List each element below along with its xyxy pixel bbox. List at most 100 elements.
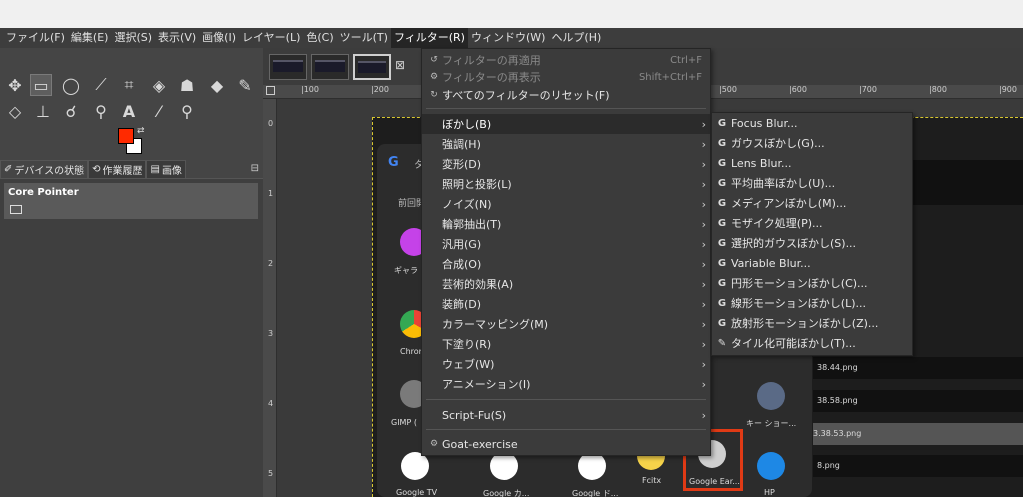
fuzzy-select-tool-icon[interactable]: ⟋ [90,74,112,96]
menu-web[interactable]: ウェブ(W) › [422,354,710,374]
ruler-label: 2 [268,259,274,268]
menu-edit[interactable]: 編集(E) [68,28,112,48]
menubar: ファイル(F) 編集(E) 選択(S) 表示(V) 画像(I) レイヤー(L) … [0,28,1023,48]
menu-filters[interactable]: フィルター(R) [390,28,468,48]
menu-view[interactable]: 表示(V) [155,28,199,48]
menu-file[interactable]: ファイル(F) [3,28,68,48]
file-name: 3.38.53.png [813,429,862,438]
menu-item-label: 下塗り(R) [442,338,492,351]
ruler-label: |700 [859,85,877,94]
undo-history-icon: ⟲ [92,164,101,175]
dock-menu-icon[interactable]: ⊟ [251,163,259,174]
ruler-label: |200 [371,85,389,94]
image-tab-3[interactable] [353,54,391,80]
submenu-median-blur[interactable]: G メディアンぼかし(M)... [712,193,912,213]
google-calendar-app-icon [490,452,518,480]
menu-item-label: 照明と投影(L) [442,178,512,191]
menu-item-label: すべてのフィルターのリセット(F) [442,89,610,102]
device-name: Core Pointer [8,187,79,198]
menu-colors[interactable]: 色(C) [303,28,336,48]
submenu-linear-motion-blur[interactable]: G 線形モーションぼかし(L)... [712,293,912,313]
paintbrush-tool-icon[interactable]: ✎ [234,74,256,96]
rect-select-tool-icon[interactable]: ▭ [30,74,52,96]
menu-combine[interactable]: 合成(O) › [422,254,710,274]
menu-help[interactable]: ヘルプ(H) [548,28,604,48]
color-selector[interactable]: ⇄ [118,126,150,158]
submenu-mean-curvature-blur[interactable]: G 平均曲率ぼかし(U)... [712,173,912,193]
reapply-icon: ↺ [430,55,438,65]
submenu-arrow-icon: › [701,277,706,291]
ruler-label: |100 [301,85,319,94]
menu-windows[interactable]: ウィンドウ(W) [468,28,548,48]
menu-separator [426,108,706,109]
submenu-selective-gaussian-blur[interactable]: G 選択的ガウスぼかし(S)... [712,233,912,253]
submenu-pixelize[interactable]: G モザイク処理(P)... [712,213,912,233]
color-picker-tool-icon[interactable]: ⁄ [148,100,170,122]
move-tool-icon[interactable]: ✥ [4,74,26,96]
menu-goat-exercise[interactable]: ⚙ Goat-exercise [422,434,710,454]
image-tab-2[interactable] [311,54,349,80]
foreground-color-swatch[interactable] [118,128,134,144]
dock-tabs: ✐ デバイスの状態 ⟲ 作業履歴 ▤ 画像 ⊟ [0,160,263,178]
lasso-tool-icon[interactable]: ◯ [60,74,82,96]
swap-colors-icon[interactable]: ⇄ [137,126,145,136]
menu-edge-detect[interactable]: 輪郭抽出(T) › [422,214,710,234]
menu-layer[interactable]: レイヤー(L) [239,28,303,48]
submenu-zoom-motion-blur[interactable]: G 放射形モーションぼかし(Z)... [712,313,912,333]
submenu-tileable-blur[interactable]: ✎ タイル化可能ぼかし(T)... [712,333,912,353]
menu-image[interactable]: 画像(I) [199,28,239,48]
eraser-tool-icon[interactable]: ◇ [4,100,26,122]
menu-tools[interactable]: ツール(T) [337,28,391,48]
menu-select[interactable]: 選択(S) [111,28,155,48]
close-image-icon[interactable]: ⊠ [395,58,405,72]
submenu-circular-motion-blur[interactable]: G 円形モーションぼかし(C)... [712,273,912,293]
tab-device-status[interactable]: ✐ デバイスの状態 [0,160,89,178]
submenu-lens-blur[interactable]: G Lens Blur... [712,153,912,173]
goat-icon: ⚙ [429,439,439,449]
menu-animation[interactable]: アニメーション(I) › [422,374,710,394]
smudge-tool-icon[interactable]: ☌ [60,100,82,122]
bucket-fill-tool-icon[interactable]: ◆ [206,74,228,96]
tab-undo-history[interactable]: ⟲ 作業履歴 [88,160,147,178]
paths-tool-icon[interactable]: ⚲ [90,100,112,122]
submenu-gaussian-blur[interactable]: G ガウスぼかし(G)... [712,133,912,153]
menu-separator [426,429,706,430]
quick-mask-toggle-icon[interactable] [266,86,275,95]
device-status-icon: ✐ [4,164,13,175]
gegl-icon: G [717,157,727,169]
tab-images[interactable]: ▤ 画像 [146,160,186,178]
menu-reshow-filter[interactable]: ⚙ フィルターの再表示 Shift+Ctrl+F [422,67,710,87]
tab-label: 画像 [161,166,182,177]
menu-map[interactable]: カラーマッピング(M) › [422,314,710,334]
menu-script-fu[interactable]: Script-Fu(S) › [422,405,710,425]
warp-tool-icon[interactable]: ☗ [176,74,198,96]
menu-reset-all-filters[interactable]: ↻ すべてのフィルターのリセット(F) [422,85,710,105]
gegl-icon: G [717,217,727,229]
menu-light-shadow[interactable]: 照明と投影(L) › [422,174,710,194]
menu-generic[interactable]: 汎用(G) › [422,234,710,254]
menu-item-label: フィルターの再適用 [442,54,541,67]
text-tool-icon[interactable]: A [118,100,140,122]
menu-noise[interactable]: ノイズ(N) › [422,194,710,214]
gegl-icon: G [717,137,727,149]
menu-item-label: 輪郭抽出(T) [442,218,502,231]
gegl-icon: G [717,117,727,129]
device-item[interactable]: Core Pointer [4,183,258,219]
menu-artistic[interactable]: 芸術的効果(A) › [422,274,710,294]
menu-decor[interactable]: 装飾(D) › [422,294,710,314]
app-label: Google TV [396,488,438,497]
zoom-tool-icon[interactable]: ⚲ [176,100,198,122]
crop-tool-icon[interactable]: ⌗ [118,74,140,96]
menu-distorts[interactable]: 変形(D) › [422,154,710,174]
menu-blur[interactable]: ぼかし(B) › [422,114,710,134]
menu-render[interactable]: 下塗り(R) › [422,334,710,354]
clone-tool-icon[interactable]: ⊥ [32,100,54,122]
menu-enhance[interactable]: 強調(H) › [422,134,710,154]
ruler-label: 0 [268,119,274,128]
submenu-variable-blur[interactable]: G Variable Blur... [712,253,912,273]
image-tab-1[interactable] [269,54,307,80]
menu-item-label: フィルターの再表示 [442,71,541,84]
ruler-label: 1 [268,189,274,198]
submenu-focus-blur[interactable]: G Focus Blur... [712,113,912,133]
transform-tool-icon[interactable]: ◈ [148,74,170,96]
